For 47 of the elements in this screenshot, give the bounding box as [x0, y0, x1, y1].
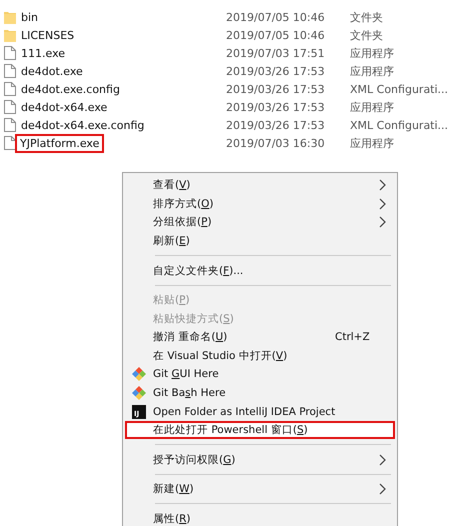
folder-icon — [4, 28, 16, 42]
file-name[interactable]: de4dot.exe.config — [20, 82, 123, 96]
file-date: 2019/03/26 17:53 — [225, 64, 326, 78]
menu-item[interactable]: 在此处打开 Powershell 窗口(S) — [125, 420, 395, 440]
menu-item[interactable]: 查看(V) — [125, 176, 395, 195]
file-type: XML Configurati... — [350, 118, 448, 132]
file-type: 应用程序 — [350, 100, 394, 114]
menu-item[interactable]: 排序方式(O) — [125, 194, 395, 214]
file-name[interactable]: YJPlatform.exe — [17, 136, 102, 150]
menu-item[interactable]: 撤消 重命名(U) Ctrl+Z — [125, 328, 395, 346]
file-name[interactable]: bin — [20, 10, 42, 24]
file-type: 应用程序 — [350, 46, 394, 60]
file-date: 2019/07/05 10:46 — [225, 28, 326, 42]
file-type: 应用程序 — [350, 64, 394, 78]
file-date: 2019/03/26 17:53 — [225, 118, 326, 132]
file-name[interactable]: 111.exe — [20, 46, 68, 60]
file-type: 应用程序 — [350, 136, 394, 150]
folder-icon — [4, 10, 16, 24]
file-icon — [4, 82, 16, 96]
menu-item[interactable]: 在 Visual Studio 中打开(V) — [125, 346, 395, 366]
file-type: XML Configurati... — [350, 82, 448, 96]
menu-item[interactable]: Git Bash Here — [125, 384, 395, 402]
file-icon — [4, 136, 16, 150]
file-icon — [4, 64, 16, 78]
menu-item[interactable]: Git GUI Here — [125, 365, 395, 384]
file-date: 2019/03/26 17:53 — [225, 100, 326, 114]
file-name[interactable]: de4dot-x64.exe — [20, 100, 110, 114]
menu-item[interactable]: 自定义文件夹(F)... — [125, 261, 395, 280]
menu-item[interactable]: 新建(W) — [125, 480, 395, 498]
menu-item[interactable]: 刷新(E) — [125, 232, 395, 250]
file-name[interactable]: de4dot-x64.exe.config — [20, 118, 148, 132]
file-icon — [4, 118, 16, 132]
file-type: 文件夹 — [350, 28, 383, 42]
file-icon — [4, 46, 16, 60]
diamond-icon — [132, 367, 146, 382]
file-date: 2019/07/03 17:51 — [225, 46, 326, 60]
file-date: 2019/03/26 17:53 — [225, 82, 326, 96]
file-type: 文件夹 — [350, 10, 383, 24]
file-date: 2019/07/03 16:30 — [225, 136, 326, 150]
file-name[interactable]: LICENSES — [20, 28, 78, 42]
menu-item[interactable]: 分组依据(P) — [125, 213, 395, 232]
file-icon — [4, 100, 16, 114]
diamond-icon — [132, 386, 146, 400]
menu-item[interactable]: 属性(R) — [125, 509, 395, 526]
menu-item[interactable]: 授予访问权限(G) — [125, 450, 395, 469]
file-date: 2019/07/05 10:46 — [225, 10, 326, 24]
file-name[interactable]: de4dot.exe — [20, 64, 86, 78]
